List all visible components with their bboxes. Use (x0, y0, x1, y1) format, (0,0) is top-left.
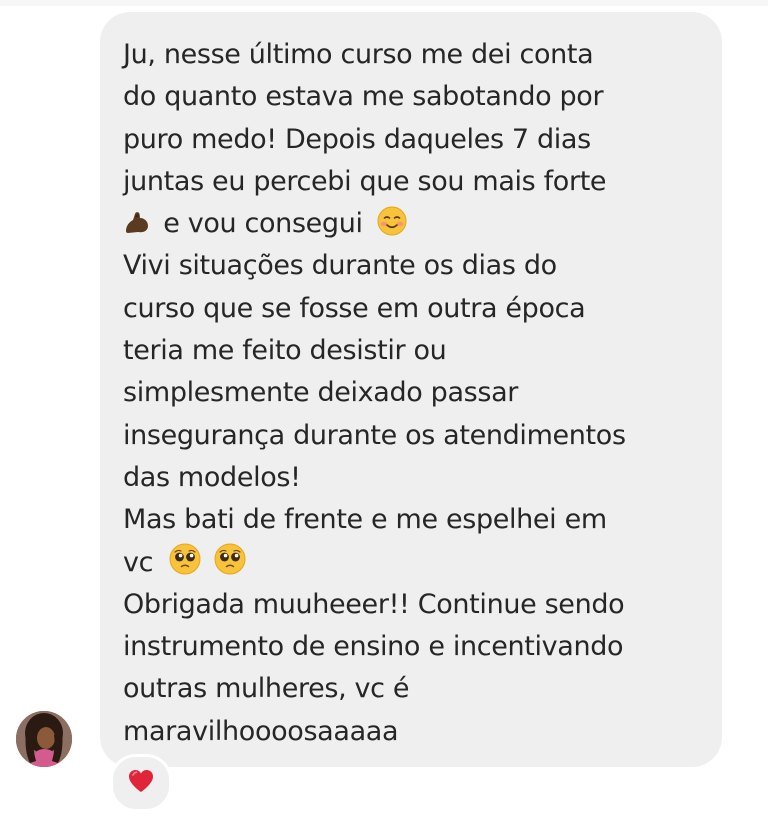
message-line: do quanto estava me sabotando por (123, 81, 604, 113)
message-line-text: e vou consegui (163, 208, 363, 240)
message-line-with-emoji: vc (123, 542, 712, 584)
message-line: puro medo! Depois daqueles 7 dias (123, 123, 591, 155)
message-line: curso que se fosse em outra época (123, 292, 586, 324)
message-line: teria me feito desistir ou (123, 335, 447, 367)
reaction-badge[interactable] (110, 754, 172, 812)
message-line: insegurança durante os atendimentos (123, 419, 626, 451)
red-heart-icon (127, 768, 155, 798)
pleading-face-icon (169, 543, 201, 575)
message-line: outras mulheres, vc é (123, 673, 410, 705)
top-edge (0, 0, 768, 6)
message-line: Ju, nesse último curso me dei conta (123, 39, 594, 70)
avatar[interactable] (16, 711, 72, 767)
smiling-face-icon (377, 206, 407, 236)
message-line: instrumento de ensino e incentivando (123, 631, 624, 663)
message-line-with-emoji: e vou consegui (123, 203, 712, 245)
message-line: Obrigada muuheeer!! Continue sendo (123, 588, 625, 620)
message-line: Mas bati de frente e me espelhei em (123, 504, 607, 536)
message-line-text: vc (123, 546, 154, 578)
pleading-face-icon (214, 543, 246, 575)
message-line: simplesmente deixado passar (123, 377, 519, 409)
message-bubble[interactable]: Ju, nesse último curso me dei conta do q… (100, 12, 722, 767)
message-line: Vivi situações durante os dias do (123, 250, 557, 282)
message-line: juntas eu percebi que sou mais forte (123, 165, 607, 197)
message-line: maravilhoooosaaaaa (123, 715, 399, 747)
flexed-biceps-icon (123, 208, 151, 236)
message-line: das modelos! (123, 461, 301, 493)
